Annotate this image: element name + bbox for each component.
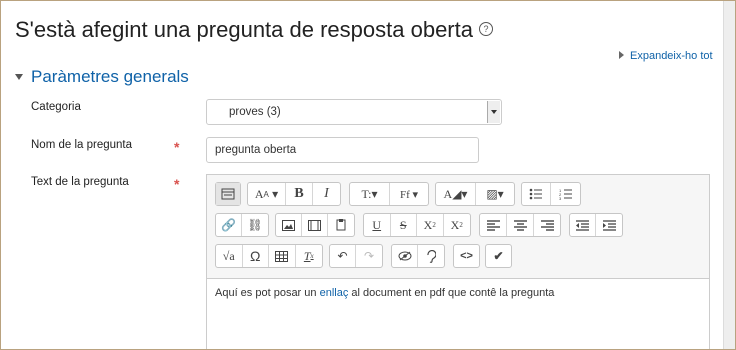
align-left-icon[interactable] xyxy=(480,214,507,236)
expand-arrow-icon xyxy=(619,51,624,59)
question-text-label: Text de la pregunta xyxy=(31,176,129,188)
question-name-input[interactable] xyxy=(206,137,479,163)
indent-icon[interactable] xyxy=(596,214,622,236)
html-icon[interactable]: <> xyxy=(454,245,479,267)
help-icon[interactable]: ? xyxy=(478,22,493,37)
background-color-icon[interactable]: ▨▾ xyxy=(476,183,514,205)
font-family-icon[interactable]: Ff ▾ xyxy=(390,183,428,205)
page-title-text: S'està afegint una pregunta de resposta … xyxy=(15,17,473,42)
accessibility-checker-icon[interactable] xyxy=(392,245,418,267)
content-link[interactable]: enllaç xyxy=(320,287,349,299)
align-right-icon[interactable] xyxy=(534,214,560,236)
redo-icon[interactable]: ↷ xyxy=(356,245,382,267)
text-color-icon[interactable]: A◢▾ xyxy=(436,183,476,205)
image-icon[interactable] xyxy=(276,214,302,236)
section-title[interactable]: Paràmetres generals xyxy=(31,67,189,87)
question-name-label: Nom de la pregunta xyxy=(31,139,133,151)
bullet-list-icon[interactable] xyxy=(522,183,551,205)
category-select[interactable]: proves (3) xyxy=(206,99,502,125)
expand-all-label: Expandeix-ho tot xyxy=(630,50,713,62)
text-style-icon[interactable]: T:▾ xyxy=(350,183,390,205)
bold-icon[interactable]: B xyxy=(286,183,313,205)
clear-formatting-icon[interactable]: Tx xyxy=(296,245,322,267)
required-icon: * xyxy=(174,139,180,155)
content-text-after: al document en pdf que contê la pregunta xyxy=(348,287,555,299)
toggle-toolbar-icon[interactable] xyxy=(216,183,240,205)
underline-icon[interactable]: U xyxy=(364,214,391,236)
editor-content-area[interactable]: Aquí es pot posar un enllaç al document … xyxy=(207,278,709,349)
special-character-icon[interactable]: Ω xyxy=(243,245,269,267)
table-icon[interactable] xyxy=(269,245,296,267)
unlink-icon[interactable]: ⛓ xyxy=(242,214,268,236)
spellcheck-icon[interactable]: ✔ xyxy=(486,245,511,267)
svg-text:3: 3 xyxy=(559,196,562,200)
subscript-icon[interactable]: X2 xyxy=(417,214,444,236)
strikethrough-icon[interactable]: S xyxy=(391,214,417,236)
category-label: Categoria xyxy=(31,101,81,113)
form-frame: S'està afegint una pregunta de resposta … xyxy=(0,0,736,350)
page-title: S'està afegint una pregunta de resposta … xyxy=(15,17,493,43)
numbered-list-icon[interactable]: 123 xyxy=(551,183,580,205)
italic-icon[interactable]: I xyxy=(313,183,340,205)
editor-content-text: Aquí es pot posar un enllaç al document … xyxy=(215,287,554,299)
collapse-arrow-icon[interactable] xyxy=(15,74,23,80)
chevron-down-icon xyxy=(487,101,500,123)
undo-icon[interactable]: ↶ xyxy=(330,245,356,267)
link-icon[interactable]: 🔗 xyxy=(216,214,242,236)
screenreader-helper-icon[interactable] xyxy=(418,245,444,267)
category-value: proves (3) xyxy=(229,106,281,118)
content-text-before: Aquí es pot posar un xyxy=(215,287,320,299)
equation-icon[interactable]: √a xyxy=(216,245,243,267)
superscript-icon[interactable]: X2 xyxy=(444,214,470,236)
text-editor: AA ▾ B I T:▾ Ff ▾ A◢▾ ▨▾ 123 🔗 ⛓ U S X 2… xyxy=(206,174,710,349)
expand-all-link[interactable]: Expandeix-ho tot xyxy=(619,50,713,62)
scroll-strip xyxy=(723,1,735,349)
font-size-icon[interactable]: AA ▾ xyxy=(248,183,286,205)
required-icon: * xyxy=(174,176,180,192)
media-icon[interactable] xyxy=(302,214,328,236)
align-center-icon[interactable] xyxy=(507,214,534,236)
manage-files-icon[interactable] xyxy=(328,214,354,236)
outdent-icon[interactable] xyxy=(570,214,596,236)
